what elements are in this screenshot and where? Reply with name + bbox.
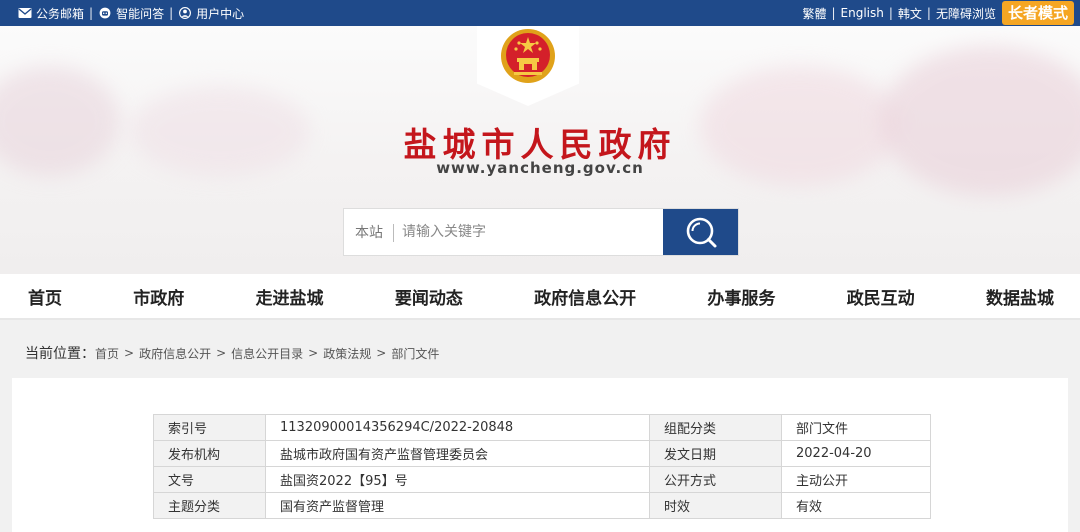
divider: | — [926, 6, 931, 20]
mail-icon — [18, 8, 32, 18]
header-banner: 盐城市人民政府 www.yancheng.gov.cn 本站 — [0, 26, 1080, 274]
meta-key: 公开方式 — [649, 466, 782, 493]
mail-link[interactable]: 公务邮箱 — [18, 5, 84, 22]
traditional-chinese-link[interactable]: 繁體 — [802, 5, 826, 22]
table-row: 文号 盐国资2022【95】号 公开方式 主动公开 — [153, 466, 931, 493]
meta-value: 主动公开 — [781, 466, 931, 493]
user-icon — [179, 7, 192, 19]
table-row: 主题分类 国有资产监督管理 时效 有效 — [153, 492, 931, 519]
breadcrumb-separator: > — [124, 346, 135, 360]
nav-item-data[interactable]: 数据盐城 — [986, 284, 1054, 309]
meta-value: 11320900014356294C/2022-20848 — [265, 414, 650, 441]
meta-value: 部门文件 — [781, 414, 931, 441]
meta-key: 发文日期 — [649, 440, 782, 467]
nav-item-home[interactable]: 首页 — [28, 284, 62, 309]
site-url: www.yancheng.gov.cn — [436, 159, 644, 177]
nav-item-about-yancheng[interactable]: 走进盐城 — [256, 284, 324, 309]
meta-key: 索引号 — [153, 414, 266, 441]
meta-value: 盐城市政府国有资产监督管理委员会 — [265, 440, 650, 467]
nav-item-news[interactable]: 要闻动态 — [395, 284, 463, 309]
breadcrumb-item[interactable]: 首页 — [95, 345, 119, 362]
meta-key: 主题分类 — [153, 492, 266, 519]
breadcrumb-label: 当前位置： — [25, 346, 95, 362]
nav-item-interaction[interactable]: 政民互动 — [847, 284, 915, 309]
meta-value: 盐国资2022【95】号 — [265, 466, 650, 493]
top-bar-left-links: 公务邮箱 | 智能问答 | 用户中心 — [18, 0, 244, 26]
search-bar: 本站 — [343, 208, 739, 256]
table-row: 发布机构 盐城市政府国有资产监督管理委员会 发文日期 2022-04-20 — [153, 440, 931, 467]
breadcrumb-separator: > — [308, 346, 319, 360]
breadcrumb-separator: > — [376, 346, 387, 360]
breadcrumb-item[interactable]: 部门文件 — [391, 345, 439, 362]
top-bar: 公务邮箱 | 智能问答 | 用户中心 繁體 | English | 韩文 | 无… — [0, 0, 1080, 26]
meta-key: 时效 — [649, 492, 782, 519]
divider: | — [89, 6, 94, 20]
nav-item-city-government[interactable]: 市政府 — [133, 284, 184, 309]
robot-icon — [99, 7, 111, 19]
breadcrumb-item[interactable]: 政府信息公开 — [139, 345, 211, 362]
qa-label: 智能问答 — [116, 6, 165, 21]
breadcrumb-item[interactable]: 政策法规 — [323, 345, 371, 362]
article-content: 索引号 11320900014356294C/2022-20848 组配分类 部… — [12, 378, 1068, 532]
qa-link[interactable]: 智能问答 — [98, 5, 164, 22]
divider: | — [169, 6, 174, 20]
divider: | — [888, 6, 893, 20]
meta-value: 有效 — [781, 492, 931, 519]
divider: | — [831, 6, 836, 20]
korean-link[interactable]: 韩文 — [898, 5, 922, 22]
nav-item-services[interactable]: 办事服务 — [707, 284, 775, 309]
document-meta-table: 索引号 11320900014356294C/2022-20848 组配分类 部… — [153, 414, 931, 519]
search-button[interactable] — [663, 209, 738, 255]
user-center-label: 用户中心 — [196, 6, 245, 21]
breadcrumb-item[interactable]: 信息公开目录 — [231, 345, 303, 362]
search-input[interactable] — [394, 209, 663, 255]
top-bar-right-links: 繁體 | English | 韩文 | 无障碍浏览 长者模式 — [802, 0, 1074, 26]
english-link[interactable]: English — [841, 6, 884, 20]
meta-key: 文号 — [153, 466, 266, 493]
breadcrumb-separator: > — [216, 346, 227, 360]
breadcrumb: 当前位置： 首页 > 政府信息公开 > 信息公开目录 > 政策法规 > 部门文件 — [25, 343, 439, 363]
user-center-link[interactable]: 用户中心 — [178, 5, 244, 22]
meta-value: 2022-04-20 — [781, 440, 931, 467]
elder-mode-button[interactable]: 长者模式 — [1001, 1, 1074, 25]
search-scope-label[interactable]: 本站 — [344, 209, 394, 255]
meta-value: 国有资产监督管理 — [265, 492, 650, 519]
meta-key: 发布机构 — [153, 440, 266, 467]
nav-item-information-disclosure[interactable]: 政府信息公开 — [534, 284, 636, 309]
meta-key: 组配分类 — [649, 414, 782, 441]
national-emblem-icon — [501, 29, 555, 83]
table-row: 索引号 11320900014356294C/2022-20848 组配分类 部… — [153, 414, 931, 441]
mail-label: 公务邮箱 — [36, 6, 85, 21]
accessible-browsing-link[interactable]: 无障碍浏览 — [936, 5, 996, 22]
search-icon — [686, 217, 716, 248]
main-nav: 首页 市政府 走进盐城 要闻动态 政府信息公开 办事服务 政民互动 数据盐城 — [0, 274, 1080, 320]
